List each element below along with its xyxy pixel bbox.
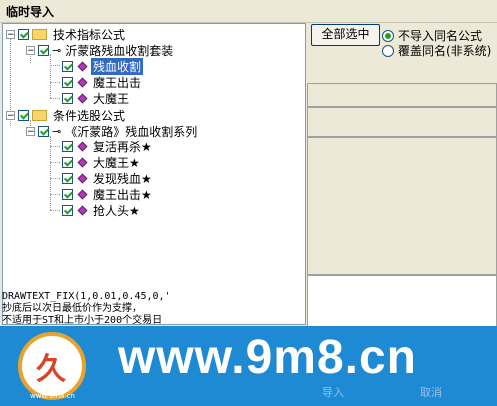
import-button[interactable]: 导入 [322,384,344,400]
info-panel-top [307,83,497,107]
checkbox-icon[interactable] [62,157,73,168]
radio-label: 覆盖同名(非系统) [398,44,492,58]
info-panel-description [307,137,497,275]
cancel-button[interactable]: 取消 [420,384,442,400]
tree-item-label: 大魔王 [93,92,130,106]
tree-connector [50,194,60,195]
checkbox-icon[interactable] [62,77,73,88]
window-title: 临时导入 [6,5,55,19]
tree-connector [50,146,60,147]
folder-icon [32,110,47,121]
tree-item-label: 抢人头★ [93,204,140,218]
radio-overwrite[interactable]: 覆盖同名(非系统) [382,42,491,59]
watermark-text: www.9m8.cn [118,331,417,384]
tree-item[interactable]: 发现残血★ [62,170,154,187]
formula-icon [77,189,88,200]
info-panel-middle [307,107,497,137]
radio-unselected-icon[interactable] [382,44,394,57]
tree-subgroup-indicators[interactable]: − ⊸ 沂蒙路残血收割套装 [26,42,175,59]
logo-glyph: 久 [36,353,66,386]
formula-icon [77,141,88,152]
select-all-button[interactable]: 全部选中 [311,24,380,46]
tree-item[interactable]: 魔王出击 [62,74,143,91]
key-icon: ⊸ [52,125,61,138]
formula-icon [77,77,88,88]
formula-icon [77,173,88,184]
checkbox-icon[interactable] [62,205,73,216]
checkbox-icon[interactable] [62,189,73,200]
checkbox-icon[interactable] [62,61,73,72]
checkbox-icon[interactable] [38,45,49,56]
formula-text: DRAWTEXT_FIX(1,0.01,0.45,0,' 抄底后以次日最低价作为… [2,291,171,325]
checkbox-icon[interactable] [62,141,73,152]
tree-item[interactable]: 大魔王 [62,90,131,107]
formula-icon [77,157,88,168]
tree-item-label: 魔王出击★ [93,188,152,202]
checkbox-icon[interactable] [38,126,49,137]
checkbox-icon[interactable] [18,110,29,121]
tree-connector [50,210,60,211]
tree-item-label: 魔王出击 [93,76,142,90]
tree-item[interactable]: 残血收割 [62,58,144,75]
tree-item[interactable]: 复活再杀★ [62,138,154,155]
folder-icon [32,29,47,40]
formula-icon [77,93,88,104]
tree-item-label: 残血收割 [91,58,144,75]
watermark-logo: 久 [18,332,86,400]
tree-item-label: 复活再杀★ [93,140,152,154]
tree-item-label: 发现残血★ [93,172,152,186]
tree-connector [50,98,60,99]
formula-preview [307,275,497,327]
tree-connector [50,178,60,179]
checkbox-icon[interactable] [62,173,73,184]
logo-caption: www.9m8.cn [30,392,75,400]
tree-item[interactable]: 抢人头★ [62,202,142,219]
formula-tree[interactable]: − 技术指标公式 − ⊸ 沂蒙路残血收割套装 残血收割 魔王出击 大魔王 − 条… [2,23,306,325]
tree-item-label: 大魔王★ [93,156,140,170]
checkbox-icon[interactable] [18,29,29,40]
tree-group-screening[interactable]: − 条件选股公式 [6,107,127,124]
collapse-icon[interactable]: − [26,127,35,137]
tree-connector [50,54,51,98]
tree-connector [50,82,60,83]
tree-connector [50,162,60,163]
tree-connector [50,136,51,210]
radio-selected-icon[interactable] [382,29,394,42]
collapse-icon[interactable]: − [6,30,15,40]
tree-item[interactable]: 大魔王★ [62,154,142,171]
checkbox-icon[interactable] [62,93,73,104]
title-bar: 临时导入 [0,0,497,23]
collapse-icon[interactable]: − [26,46,35,56]
tree-subgroup-label: 沂蒙路残血收割套装 [65,44,174,58]
formula-icon [77,61,88,72]
key-icon: ⊸ [52,44,61,57]
tree-group-label: 技术指标公式 [53,28,126,42]
tree-group-label: 条件选股公式 [53,109,126,123]
collapse-icon[interactable]: − [6,111,15,121]
formula-icon [77,205,88,216]
tree-group-indicators[interactable]: − 技术指标公式 [6,26,127,43]
tree-item[interactable]: 魔王出击★ [62,186,154,203]
tree-connector [50,65,60,66]
